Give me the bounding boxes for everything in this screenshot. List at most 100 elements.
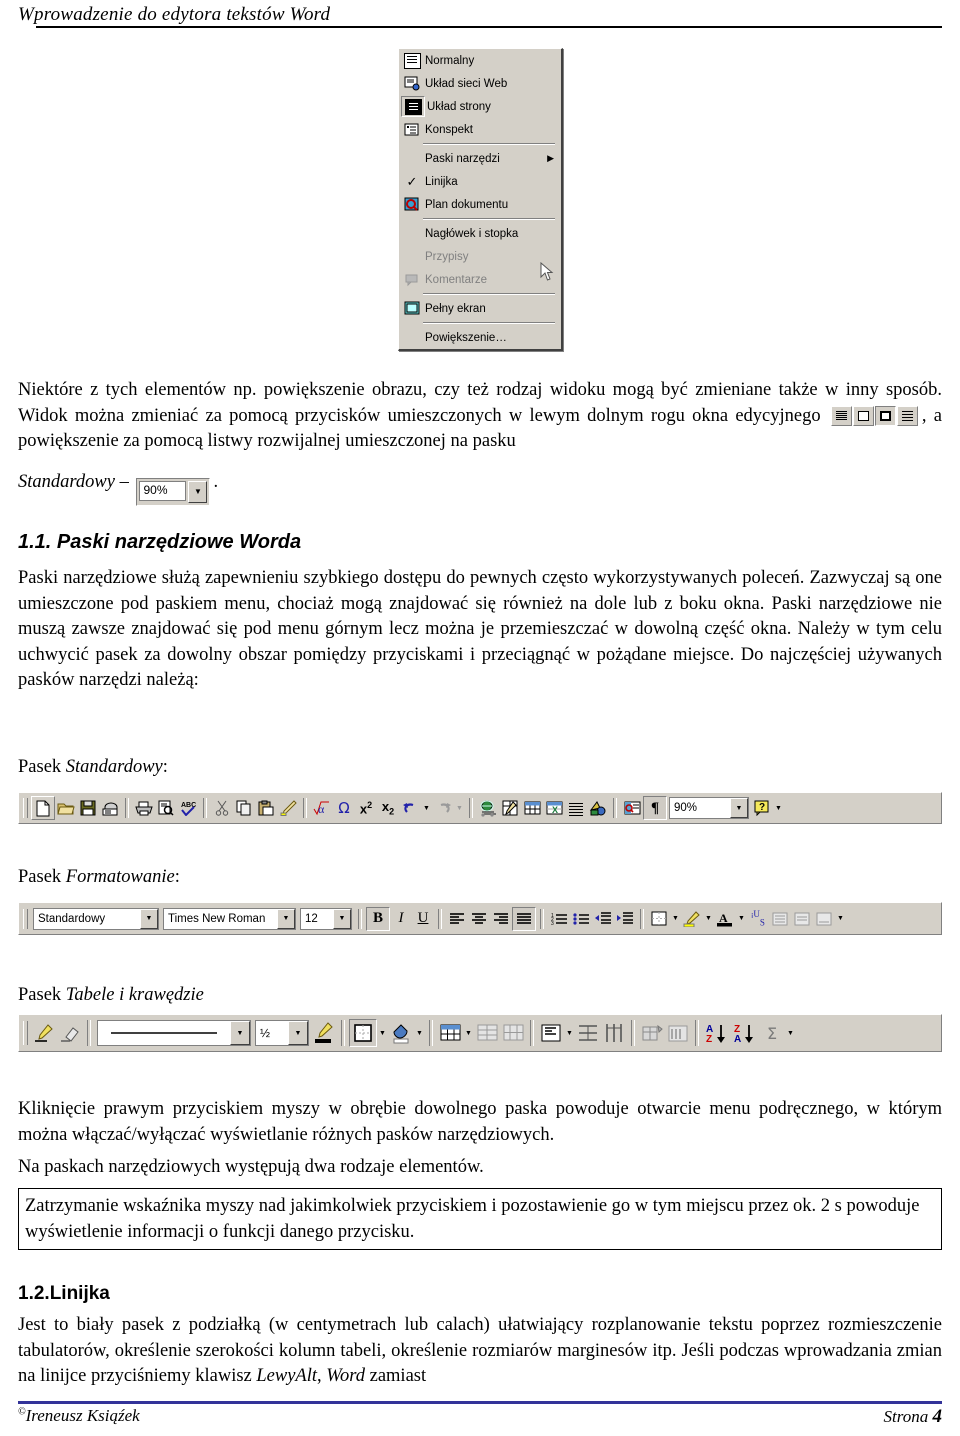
copy-icon[interactable] <box>233 797 255 819</box>
menu-item-uklad-strony[interactable]: Układ strony <box>399 95 561 118</box>
superscript-subscript-icon[interactable]: ⁱUS <box>747 908 769 930</box>
cut-scissors-icon[interactable] <box>211 797 233 819</box>
chevron-down-icon[interactable]: ▼ <box>140 908 158 929</box>
chevron-down-icon[interactable]: ▼ <box>730 798 748 818</box>
drawing-icon[interactable] <box>587 797 609 819</box>
distribute-columns-icon[interactable] <box>601 1020 627 1046</box>
mail-recipient-icon[interactable] <box>99 797 121 819</box>
toolbar-overflow-icon[interactable]: ▼ <box>773 797 784 819</box>
highlight-icon[interactable] <box>681 908 703 930</box>
print-icon[interactable] <box>133 797 155 819</box>
menu-item-konspekt[interactable]: Konspekt <box>399 118 561 141</box>
chevron-down-icon[interactable]: ▼ <box>421 797 432 819</box>
open-folder-icon[interactable] <box>55 797 77 819</box>
paragraph-style-1-icon[interactable] <box>769 908 791 930</box>
columns-icon[interactable] <box>565 797 587 819</box>
underline-icon[interactable]: U <box>412 908 434 930</box>
chevron-down-icon[interactable]: ▼ <box>736 908 747 930</box>
menu-item-paski-narzedzi[interactable]: Paski narzędzi ▶ <box>399 147 561 170</box>
tables-and-borders-icon[interactable] <box>499 797 521 819</box>
shading-color-icon[interactable] <box>388 1019 414 1047</box>
line-weight-combo[interactable]: ½ ▼ <box>255 1020 309 1046</box>
align-left-icon[interactable] <box>446 908 468 930</box>
autosum-icon[interactable]: Σ <box>759 1020 785 1046</box>
menu-item-plan-dokumentu[interactable]: Plan dokumentu <box>399 193 561 216</box>
formatting-toolbar[interactable]: Standardowy ▼ Times New Roman ▼ 12 ▼ B I… <box>18 902 942 935</box>
help-icon[interactable]: ? <box>751 797 773 819</box>
save-disk-icon[interactable] <box>77 797 99 819</box>
line-style-combo[interactable]: ▼ <box>97 1020 251 1046</box>
font-size-combo[interactable]: 12 ▼ <box>300 907 352 930</box>
chevron-down-icon[interactable]: ▼ <box>288 1021 308 1045</box>
toolbar-overflow-icon[interactable]: ▼ <box>835 908 846 930</box>
paragraph-style-2-icon[interactable] <box>791 908 813 930</box>
chevron-down-icon[interactable]: ▼ <box>333 908 351 929</box>
equation-icon[interactable]: α <box>311 797 333 819</box>
chevron-down-icon[interactable]: ▼ <box>277 908 295 929</box>
subscript-icon[interactable]: x2 <box>377 797 399 819</box>
paste-icon[interactable] <box>255 797 277 819</box>
zoom-combo-inline-image[interactable]: 90% ▼ <box>136 477 211 506</box>
toolbar-grip[interactable] <box>23 908 28 929</box>
chevron-down-icon[interactable]: ▼ <box>703 908 714 930</box>
merge-cells-icon[interactable] <box>474 1020 500 1046</box>
menu-item-linijka[interactable]: ✓ Linijka <box>399 170 561 193</box>
chevron-down-icon[interactable]: ▼ <box>230 1021 250 1045</box>
borders-icon[interactable] <box>648 908 670 930</box>
chevron-down-icon[interactable]: ▼ <box>463 1020 474 1046</box>
font-combo[interactable]: Times New Roman ▼ <box>163 907 296 930</box>
menu-item-powiekszenie[interactable]: Powiększenie… <box>399 326 561 349</box>
menu-item-normalny[interactable]: Normalny <box>399 49 561 72</box>
undo-icon[interactable] <box>399 797 421 819</box>
menu-item-uklad-sieci-web[interactable]: Układ sieci Web <box>399 72 561 95</box>
numbered-list-icon[interactable]: 123 <box>548 908 570 930</box>
zoom-combo[interactable]: 90% ▼ <box>669 797 749 819</box>
split-cells-icon[interactable] <box>500 1020 526 1046</box>
insert-table-icon[interactable] <box>437 1020 463 1046</box>
bulleted-list-icon[interactable] <box>570 908 592 930</box>
chevron-down-icon[interactable]: ▼ <box>414 1020 425 1046</box>
spell-check-icon[interactable]: ABC <box>177 797 199 819</box>
outside-border-icon[interactable] <box>349 1019 377 1047</box>
align-center-icon[interactable] <box>468 908 490 930</box>
align-justify-icon[interactable] <box>512 906 536 931</box>
toolbar-grip[interactable] <box>23 1021 28 1045</box>
menu-item-naglowek-i-stopka[interactable]: Nagłówek i stopka <box>399 222 561 245</box>
draw-table-pencil-icon[interactable] <box>31 1020 57 1046</box>
show-formatting-marks-icon[interactable]: ¶ <box>643 796 667 820</box>
eraser-icon[interactable] <box>57 1020 83 1046</box>
style-combo[interactable]: Standardowy ▼ <box>33 907 159 930</box>
decrease-indent-icon[interactable] <box>592 908 614 930</box>
paragraph-style-3-icon[interactable] <box>813 908 835 930</box>
widok-dropdown-menu[interactable]: Normalny Układ sieci Web Układ strony Ko… <box>398 48 563 351</box>
format-painter-icon[interactable] <box>277 797 299 819</box>
border-color-pencil-icon[interactable] <box>311 1019 337 1047</box>
chevron-down-icon[interactable]: ▼ <box>670 908 681 930</box>
sort-descending-icon[interactable]: ZA <box>731 1019 759 1047</box>
sort-ascending-icon[interactable]: AZ <box>703 1019 731 1047</box>
menu-item-pelny-ekran[interactable]: Pełny ekran <box>399 297 561 320</box>
distribute-rows-icon[interactable] <box>575 1020 601 1046</box>
tables-and-borders-toolbar[interactable]: ▼ ½ ▼ ▼ ▼ ▼ ▼ A Z Z A Σ ▼ <box>18 1014 942 1052</box>
insert-table-icon[interactable] <box>521 797 543 819</box>
toolbar-overflow-icon[interactable]: ▼ <box>785 1020 796 1046</box>
align-cell-icon[interactable] <box>538 1020 564 1046</box>
new-document-icon[interactable] <box>31 796 55 820</box>
standard-toolbar[interactable]: ABC α Ω x2 x2 ▼ ▼ X ¶ 90% ▼ ? ▼ <box>18 792 942 824</box>
table-autoformat-icon[interactable] <box>639 1020 665 1046</box>
superscript-icon[interactable]: x2 <box>355 797 377 819</box>
increase-indent-icon[interactable] <box>614 908 636 930</box>
symbol-omega-icon[interactable]: Ω <box>333 797 355 819</box>
toolbar-grip[interactable] <box>23 798 28 818</box>
bold-icon[interactable]: B <box>366 906 390 931</box>
change-text-direction-icon[interactable] <box>665 1020 691 1046</box>
chevron-down-icon[interactable]: ▼ <box>564 1020 575 1046</box>
chevron-down-icon[interactable]: ▼ <box>377 1020 388 1046</box>
chevron-down-icon[interactable]: ▼ <box>188 480 208 503</box>
align-right-icon[interactable] <box>490 908 512 930</box>
insert-excel-sheet-icon[interactable]: X <box>543 797 565 819</box>
font-color-icon[interactable]: A <box>714 908 736 930</box>
print-preview-icon[interactable] <box>155 797 177 819</box>
hyperlink-globe-icon[interactable] <box>477 797 499 819</box>
italic-icon[interactable]: I <box>390 908 412 930</box>
